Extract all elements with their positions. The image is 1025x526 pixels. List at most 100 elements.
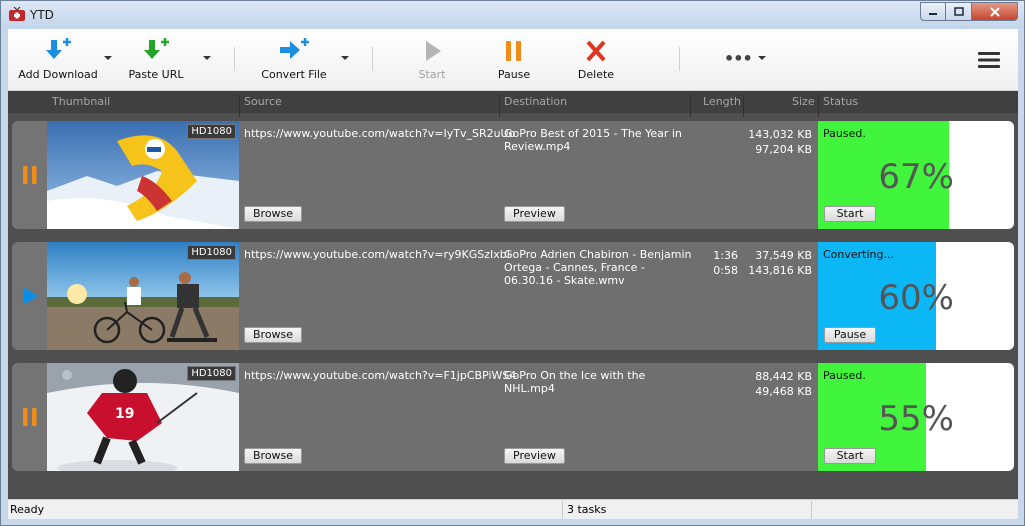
column-size[interactable]: Size bbox=[792, 95, 815, 108]
window-title: YTD bbox=[30, 8, 54, 22]
toolbar-separator bbox=[372, 47, 373, 71]
add-download-button[interactable]: Add Download bbox=[18, 29, 98, 91]
status-ready: Ready bbox=[10, 503, 45, 516]
pause-button[interactable]: Pause bbox=[494, 29, 534, 91]
column-separator[interactable] bbox=[239, 95, 240, 117]
play-icon bbox=[22, 287, 38, 305]
pause-button[interactable]: Pause bbox=[824, 327, 876, 343]
close-icon bbox=[989, 6, 1000, 17]
row-state[interactable] bbox=[12, 121, 47, 229]
column-separator[interactable] bbox=[499, 95, 500, 117]
preview-button[interactable]: Preview bbox=[504, 206, 565, 222]
status-text: Paused. bbox=[823, 369, 866, 382]
add-download-dropdown-icon[interactable] bbox=[104, 56, 112, 60]
paste-url-label: Paste URL bbox=[128, 68, 184, 81]
hd-badge: HD1080 bbox=[187, 366, 236, 381]
column-separator[interactable] bbox=[690, 95, 691, 117]
start-label: Start bbox=[418, 68, 446, 81]
browse-button[interactable]: Browse bbox=[244, 327, 303, 343]
delete-label: Delete bbox=[577, 68, 615, 81]
column-source[interactable]: Source bbox=[244, 95, 282, 108]
convert-file-icon bbox=[280, 38, 309, 59]
download-row[interactable]: HD1080 https://www.youtube.com/watch?v=I… bbox=[12, 121, 1014, 229]
status-cell: Paused. 55% Start bbox=[818, 363, 1014, 471]
convert-file-button[interactable]: Convert File bbox=[260, 29, 328, 91]
column-header: Thumbnail Source Destination Length Size… bbox=[8, 91, 1018, 117]
status-text: Converting... bbox=[823, 248, 894, 261]
more-options-dropdown-icon[interactable] bbox=[758, 56, 766, 60]
toolbar-separator bbox=[234, 47, 235, 71]
close-button[interactable] bbox=[972, 2, 1018, 21]
size-line-1: 143,032 KB bbox=[748, 128, 812, 141]
size-line-2: 143,816 KB bbox=[748, 264, 812, 277]
app-window: YTD Add Download Paste URL Convert File … bbox=[0, 0, 1025, 526]
hamburger-menu-icon[interactable] bbox=[977, 50, 1001, 70]
status-text: Paused. bbox=[823, 127, 866, 140]
toolbar-separator bbox=[679, 47, 680, 71]
video-thumbnail: 19 HD1080 bbox=[47, 363, 239, 471]
pause-icon bbox=[506, 41, 521, 61]
file-size: 143,032 KB 97,204 KB bbox=[742, 127, 812, 157]
pause-label: Pause bbox=[497, 68, 531, 81]
destination-file: GoPro Best of 2015 - The Year in Review.… bbox=[504, 127, 682, 153]
ytd-logo-icon bbox=[9, 7, 25, 21]
download-row[interactable]: HD1080 https://www.youtube.com/watch?v=r… bbox=[12, 242, 1014, 350]
status-cell: Converting... 60% Pause bbox=[818, 242, 1014, 350]
svg-text:19: 19 bbox=[115, 406, 134, 422]
paste-url-dropdown-icon[interactable] bbox=[203, 56, 211, 60]
size-line-2: 49,468 KB bbox=[755, 385, 812, 398]
destination-file: GoPro Adrien Chabiron - Benjamin Ortega … bbox=[504, 248, 692, 287]
browse-button[interactable]: Browse bbox=[244, 206, 303, 222]
hd-badge: HD1080 bbox=[187, 245, 236, 260]
minimize-button[interactable] bbox=[920, 2, 946, 21]
progress-percent: 60% bbox=[878, 278, 954, 318]
start-button[interactable]: Start bbox=[824, 206, 876, 222]
video-thumbnail: HD1080 bbox=[47, 242, 239, 350]
row-state[interactable] bbox=[12, 242, 47, 350]
column-separator[interactable] bbox=[743, 95, 744, 117]
maximize-icon bbox=[953, 7, 964, 16]
preview-button[interactable]: Preview bbox=[504, 448, 565, 464]
convert-file-dropdown-icon[interactable] bbox=[341, 56, 349, 60]
length-line-2: 0:58 bbox=[713, 264, 738, 277]
status-cell: Paused. 67% Start bbox=[818, 121, 1014, 229]
add-download-label: Add Download bbox=[18, 68, 98, 81]
length-line-1: 1:36 bbox=[713, 249, 738, 262]
download-row[interactable]: 19 HD1080 https://www.youtube.com/watch?… bbox=[12, 363, 1014, 471]
video-length: 1:36 0:58 bbox=[702, 248, 738, 278]
paste-url-button[interactable]: Paste URL bbox=[128, 29, 184, 91]
progress-percent: 55% bbox=[878, 399, 954, 439]
title-bar: YTD bbox=[1, 1, 1024, 29]
column-separator[interactable] bbox=[818, 95, 819, 117]
maximize-button[interactable] bbox=[946, 2, 972, 21]
add-download-icon bbox=[46, 38, 71, 59]
file-size: 37,549 KB 143,816 KB bbox=[742, 248, 812, 278]
column-thumbnail[interactable]: Thumbnail bbox=[52, 95, 110, 108]
column-destination[interactable]: Destination bbox=[504, 95, 567, 108]
convert-file-label: Convert File bbox=[261, 68, 327, 81]
column-length[interactable]: Length bbox=[703, 95, 741, 108]
pause-icon bbox=[22, 408, 36, 426]
source-url: https://www.youtube.com/watch?v=IyTv_SR2… bbox=[244, 127, 516, 140]
browse-button[interactable]: Browse bbox=[244, 448, 303, 464]
source-url: https://www.youtube.com/watch?v=F1jpCBPi… bbox=[244, 369, 517, 382]
size-line-1: 37,549 KB bbox=[755, 249, 812, 262]
progress-percent: 67% bbox=[878, 157, 954, 197]
delete-button[interactable]: Delete bbox=[576, 29, 616, 91]
start-button[interactable]: Start bbox=[824, 448, 876, 464]
status-separator bbox=[562, 501, 563, 519]
more-options-icon[interactable]: ••• bbox=[724, 49, 753, 68]
status-task-count: 3 tasks bbox=[567, 503, 607, 516]
source-url: https://www.youtube.com/watch?v=ry9KGSzI… bbox=[244, 248, 510, 261]
paste-url-icon bbox=[144, 38, 169, 59]
status-bar: Ready 3 tasks bbox=[8, 499, 1018, 519]
file-size: 88,442 KB 49,468 KB bbox=[742, 369, 812, 399]
column-status[interactable]: Status bbox=[823, 95, 858, 108]
download-list: Thumbnail Source Destination Length Size… bbox=[8, 91, 1018, 499]
status-separator bbox=[811, 501, 812, 519]
row-state[interactable] bbox=[12, 363, 47, 471]
start-button[interactable]: Start bbox=[414, 29, 450, 91]
play-icon bbox=[426, 41, 441, 61]
toolbar: Add Download Paste URL Convert File Star… bbox=[8, 29, 1018, 91]
destination-file: GoPro On the Ice with the NHL.mp4 bbox=[504, 369, 646, 395]
